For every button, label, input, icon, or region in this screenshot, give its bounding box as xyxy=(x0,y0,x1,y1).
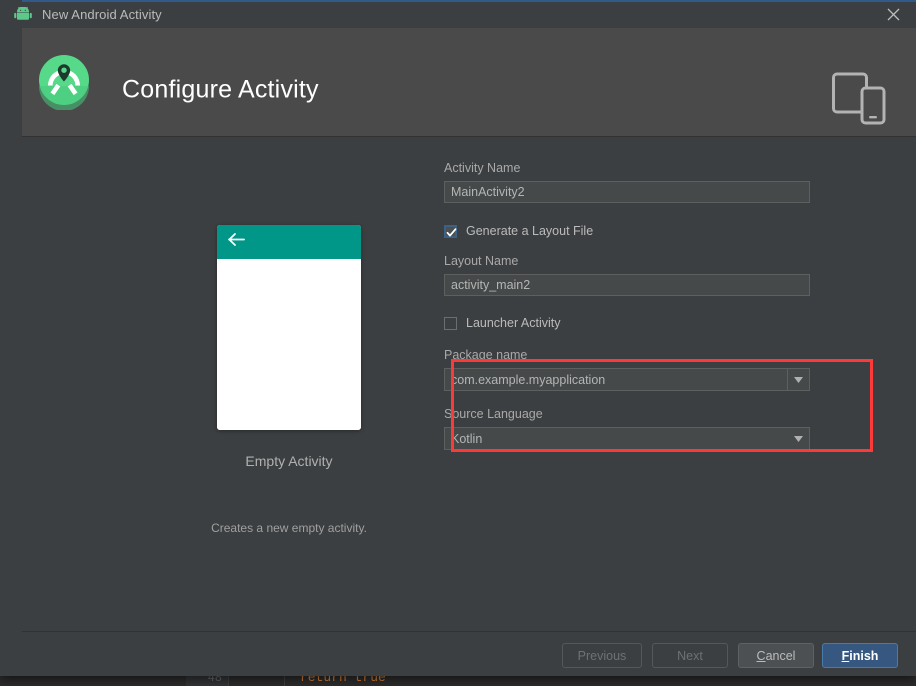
activity-name-input[interactable] xyxy=(444,181,810,203)
previous-button[interactable]: Previous xyxy=(562,643,642,668)
dialog-header: Configure Activity xyxy=(22,28,916,137)
next-button[interactable]: Next xyxy=(652,643,728,668)
launcher-activity-checkbox-row[interactable]: Launcher Activity xyxy=(444,313,832,333)
page-title: Configure Activity xyxy=(122,75,319,104)
android-studio-logo-icon xyxy=(34,50,94,111)
generate-layout-checkbox[interactable] xyxy=(444,224,457,238)
chevron-down-icon[interactable] xyxy=(788,428,809,449)
dialog-titlebar: New Android Activity xyxy=(0,0,916,28)
cancel-label: ancel xyxy=(765,648,796,663)
finish-button[interactable]: Finish xyxy=(822,643,898,668)
source-language-combobox[interactable]: Kotlin xyxy=(444,427,810,450)
layout-name-label: Layout Name xyxy=(444,254,519,268)
layout-name-input[interactable] xyxy=(444,274,810,296)
dialog-accent-line xyxy=(22,0,916,2)
launcher-activity-checkbox[interactable] xyxy=(444,316,457,330)
tablet-phone-device-icon xyxy=(832,70,886,126)
cancel-mnemonic: C xyxy=(756,648,766,663)
preview-appbar xyxy=(217,225,361,259)
generate-layout-checkbox-row[interactable]: Generate a Layout File xyxy=(444,221,832,241)
source-language-value: Kotlin xyxy=(451,431,483,446)
close-icon[interactable] xyxy=(870,0,916,28)
activity-name-label: Activity Name xyxy=(444,161,521,175)
cancel-button[interactable]: Cancel xyxy=(738,643,814,668)
dialog-title: New Android Activity xyxy=(42,6,162,22)
template-preview-panel: Empty Activity Creates a new empty activ… xyxy=(194,225,384,535)
dialog-footer: Previous Next Cancel Finish xyxy=(22,631,916,676)
dialog-body: Empty Activity Creates a new empty activ… xyxy=(22,137,916,631)
template-name-label: Empty Activity xyxy=(245,453,333,469)
new-android-activity-dialog: New Android Activity Configure Activity xyxy=(0,0,916,676)
package-name-value: com.example.myapplication xyxy=(451,372,606,387)
preview-content-area xyxy=(217,259,361,430)
finish-label: inish xyxy=(849,648,879,663)
launcher-activity-label: Launcher Activity xyxy=(466,316,561,330)
chevron-down-icon[interactable] xyxy=(787,369,809,390)
template-description: Creates a new empty activity. xyxy=(211,521,367,535)
activity-config-form: Activity Name Generate a Layout File Lay… xyxy=(444,161,832,450)
android-robot-icon xyxy=(14,6,32,21)
package-name-label: Package name xyxy=(444,348,528,362)
finish-mnemonic: F xyxy=(841,648,850,663)
generate-layout-label: Generate a Layout File xyxy=(466,224,594,238)
source-language-label: Source Language xyxy=(444,407,543,421)
activity-preview-image xyxy=(217,225,361,430)
package-name-combobox[interactable]: com.example.myapplication xyxy=(444,368,810,391)
back-arrow-icon xyxy=(227,232,246,252)
